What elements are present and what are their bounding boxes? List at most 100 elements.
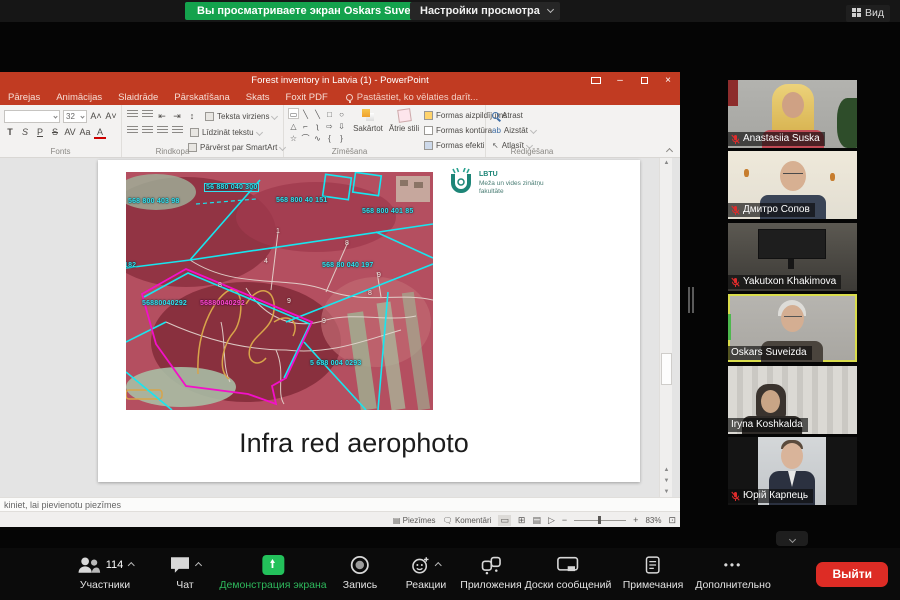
paragraph-group-label: Rindkopa (122, 147, 223, 156)
line-spacing-button[interactable]: ↕ (186, 110, 198, 123)
slide[interactable]: 568 800 403 98 56 880 040 300 568 800 40… (98, 160, 640, 482)
next-slide-icon[interactable]: ▼ (660, 476, 673, 486)
leave-button[interactable]: Выйти (816, 562, 888, 587)
participants-menu-icon[interactable] (127, 561, 134, 568)
slideshow-view-button[interactable]: ▷ (548, 515, 555, 526)
zoom-in-button[interactable]: + (633, 515, 638, 525)
bullets-button[interactable] (126, 110, 138, 123)
collapse-ribbon-icon[interactable] (666, 148, 673, 155)
video-tile[interactable]: Дмитро Сопов (728, 151, 857, 219)
reactions-icon (411, 555, 431, 575)
whiteboards-button[interactable]: Доски сообщений (525, 554, 612, 591)
text-direction-button[interactable]: Teksta virziens (205, 110, 277, 123)
stand-number: 1 (276, 228, 280, 235)
notes-pane[interactable]: kiniet, lai pievienotu piezīmes (0, 497, 680, 511)
numbering-button[interactable] (141, 110, 153, 123)
indent-decrease-button[interactable]: ⇤ (156, 110, 168, 123)
font-size-value: 32 (66, 112, 75, 121)
participants-icon (77, 556, 101, 574)
more-button[interactable]: ••• Дополнительно (695, 554, 771, 591)
notes-button[interactable]: Примечания (623, 554, 684, 591)
minimize-button[interactable]: – (608, 72, 632, 90)
tell-me-box[interactable]: Pastāstiet, ko vēlaties darīt... (336, 92, 478, 103)
bold-button[interactable]: T (4, 126, 16, 139)
presenter-display-icon[interactable] (584, 72, 608, 90)
font-size-combo[interactable]: 32 (63, 110, 87, 123)
cadastral-label: 56 880 040 300 (204, 183, 259, 192)
justify-button[interactable] (171, 126, 183, 139)
prev-slide-icon[interactable]: ▲ (660, 465, 673, 475)
shape-effects-label: Formas efekti (436, 141, 484, 150)
video-tile[interactable]: Iryna Koshkalda (728, 366, 857, 434)
record-button[interactable]: Запись (343, 554, 377, 591)
replace-button[interactable]: abAizstāt (492, 124, 536, 137)
italic-button[interactable]: S (19, 126, 31, 139)
reactions-button[interactable]: Реакции (406, 554, 447, 591)
video-tile[interactable]: Anastasiia Suska (728, 80, 857, 148)
tab-animacijas[interactable]: Animācijas (48, 92, 110, 103)
reactions-menu-icon[interactable] (435, 561, 442, 568)
indent-increase-button[interactable]: ⇥ (171, 110, 183, 123)
share-screen-icon (262, 555, 284, 575)
view-options-button[interactable]: Настройки просмотра (410, 2, 560, 20)
slide-sorter-view-button[interactable]: ⊞ (518, 515, 526, 526)
align-left-button[interactable] (126, 126, 138, 139)
tab-slaidrade[interactable]: Slaidrāde (110, 92, 166, 103)
record-icon (350, 555, 370, 575)
powerpoint-titlebar[interactable]: Forest inventory in Latvia (1) - PowerPo… (0, 72, 680, 90)
tab-skats[interactable]: Skats (238, 92, 278, 103)
collapse-panel-button[interactable] (776, 531, 808, 546)
muted-mic-icon (731, 205, 740, 216)
arrange-button[interactable]: Sakārtot (348, 107, 388, 133)
tab-foxit-pdf[interactable]: Foxit PDF (278, 92, 336, 103)
panel-splitter[interactable] (688, 287, 694, 313)
view-options-label: Настройки просмотра (420, 5, 540, 17)
restore-button[interactable] (632, 72, 656, 90)
change-case-button[interactable]: Aa (79, 126, 91, 139)
video-tile[interactable]: Yakutxon Khakimova (728, 223, 857, 291)
shrink-font-button[interactable]: A˅ (105, 110, 117, 123)
quick-styles-button[interactable]: Ātrie stili (384, 107, 424, 133)
find-button[interactable]: Atrast (492, 109, 523, 122)
view-grid-icon (852, 8, 861, 17)
normal-view-button[interactable]: ▭ (498, 515, 511, 526)
more-label: Дополнительно (695, 579, 771, 591)
grow-font-button[interactable]: A˄ (90, 110, 102, 123)
align-right-button[interactable] (156, 126, 168, 139)
comments-toggle[interactable]: 🗨︎ Komentāri (443, 516, 492, 525)
align-text-button[interactable]: Līdzināt tekstu (190, 126, 262, 139)
zoom-out-button[interactable]: − (562, 515, 567, 525)
fit-to-window-button[interactable]: ⊡ (668, 515, 676, 526)
tab-parskatisana[interactable]: Pārskatīšana (166, 92, 237, 103)
participants-button[interactable]: 114 Участники (77, 554, 134, 591)
apps-button[interactable]: Приложения (460, 554, 521, 591)
cadastral-label: 568 800 40 151 (276, 197, 327, 204)
shape-effects-button[interactable]: Formas efekti (424, 139, 484, 152)
chat-button[interactable]: Чат (169, 554, 201, 591)
font-color-button[interactable]: A (94, 126, 106, 139)
vertical-scrollbar[interactable]: ▲ ▲ ▼ ▼ (659, 158, 672, 497)
notes-toggle[interactable]: ▤ Piezīmes (393, 516, 436, 525)
align-center-button[interactable] (141, 126, 153, 139)
chat-menu-icon[interactable] (195, 561, 202, 568)
zoom-percentage[interactable]: 83% (645, 516, 661, 525)
font-name-combo[interactable] (4, 110, 60, 123)
scrollbar-thumb[interactable] (661, 353, 672, 385)
reading-view-button[interactable]: ▤ (532, 515, 541, 526)
zoom-slider[interactable] (574, 515, 626, 525)
shape-outline-button[interactable]: Formas kontūra (424, 124, 492, 137)
shapes-gallery[interactable]: ▭╲╲□○ △⌐ʅ⇨⇩ ☆⌒∿{} (288, 108, 347, 143)
char-spacing-button[interactable]: AV (64, 126, 76, 139)
scroll-up-icon[interactable]: ▲ (660, 158, 673, 168)
share-screen-button[interactable]: Демонстрация экрана (219, 554, 326, 591)
scroll-down-icon[interactable]: ▼ (660, 487, 673, 497)
strikethrough-button[interactable]: S (49, 126, 61, 139)
lbtu-logo: LBTU Meža un vides zinātņu fakultāte (448, 168, 618, 202)
view-button[interactable]: Вид (846, 5, 890, 22)
close-button[interactable]: × (656, 72, 680, 90)
underline-button[interactable]: P (34, 126, 46, 139)
video-tile-active-speaker[interactable]: Oskars Suveizda (728, 294, 857, 362)
share-screen-label: Демонстрация экрана (219, 579, 326, 591)
video-tile[interactable]: Юрій Карпець (728, 437, 857, 505)
tab-parejas[interactable]: Pārejas (0, 92, 48, 103)
